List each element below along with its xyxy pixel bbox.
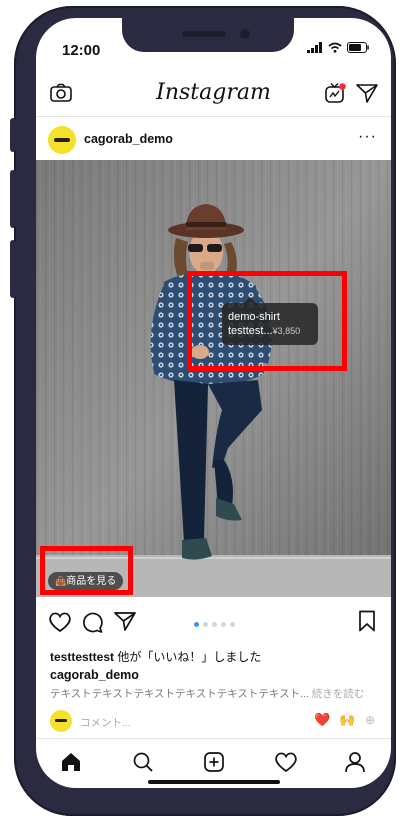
add-post-icon[interactable]	[203, 751, 225, 773]
carousel-dot	[194, 622, 199, 627]
carousel-dot	[221, 622, 226, 627]
front-camera	[240, 29, 250, 39]
carousel-dot	[203, 622, 208, 627]
raised-hands-emoji-button[interactable]: 🙌	[339, 712, 355, 728]
wifi-icon	[328, 42, 342, 53]
heart-icon[interactable]	[48, 611, 72, 633]
carousel-dot	[212, 622, 217, 627]
caption-text: テキストテキストテキストテキストテキストテキスト... 続きを読む	[50, 686, 364, 701]
post-username[interactable]: cagorab_demo	[84, 132, 173, 146]
likes-user[interactable]: testtesttest	[50, 650, 114, 664]
status-icons	[307, 42, 369, 53]
home-icon[interactable]	[60, 751, 82, 773]
carousel-dot	[230, 622, 235, 627]
phone-screen: 12:00 Instagram cagorab_demo ··· demo-sh…	[36, 18, 391, 788]
post-header: cagorab_demo ···	[36, 118, 391, 162]
search-icon[interactable]	[132, 751, 154, 773]
profile-icon[interactable]	[344, 751, 366, 773]
comment-avatar	[50, 710, 72, 732]
volume-down-button	[10, 240, 16, 298]
direct-message-icon[interactable]	[356, 83, 378, 103]
home-indicator	[148, 780, 280, 784]
comment-icon[interactable]	[81, 611, 103, 633]
volume-up-button	[10, 170, 16, 228]
battery-icon	[347, 42, 369, 53]
add-emoji-icon[interactable]: ⊕	[365, 713, 375, 727]
photo-content	[36, 160, 391, 597]
caption-body: テキストテキストテキストテキストテキストテキスト...	[50, 688, 309, 700]
notch	[122, 18, 294, 52]
top-bar: Instagram	[36, 72, 391, 117]
likes-line: testtesttest 他が「いいね！」しました	[50, 648, 261, 665]
heart-emoji-button[interactable]: ❤️	[314, 712, 330, 728]
shop-button-highlight	[40, 546, 133, 595]
action-bar	[36, 606, 391, 646]
comment-row: コメント... ❤️ 🙌 ⊕	[36, 708, 391, 734]
read-more-link[interactable]: 続きを読む	[312, 688, 365, 700]
igtv-icon[interactable]	[324, 82, 346, 104]
product-tag-highlight	[187, 271, 347, 371]
status-time: 12:00	[62, 42, 101, 59]
silent-switch	[10, 118, 16, 152]
post-avatar[interactable]	[48, 126, 76, 154]
activity-icon[interactable]	[274, 751, 298, 773]
share-icon[interactable]	[114, 611, 136, 631]
likes-text: 他が「いいね！」しました	[114, 650, 262, 664]
more-options-icon[interactable]: ···	[358, 128, 377, 146]
post-photo[interactable]	[36, 160, 391, 597]
comment-input[interactable]: コメント...	[80, 715, 131, 730]
bookmark-icon[interactable]	[358, 610, 376, 632]
signal-icon	[307, 42, 322, 53]
caption-username[interactable]: cagorab_demo	[50, 668, 139, 682]
speaker	[182, 31, 226, 37]
carousel-indicator	[194, 622, 235, 627]
